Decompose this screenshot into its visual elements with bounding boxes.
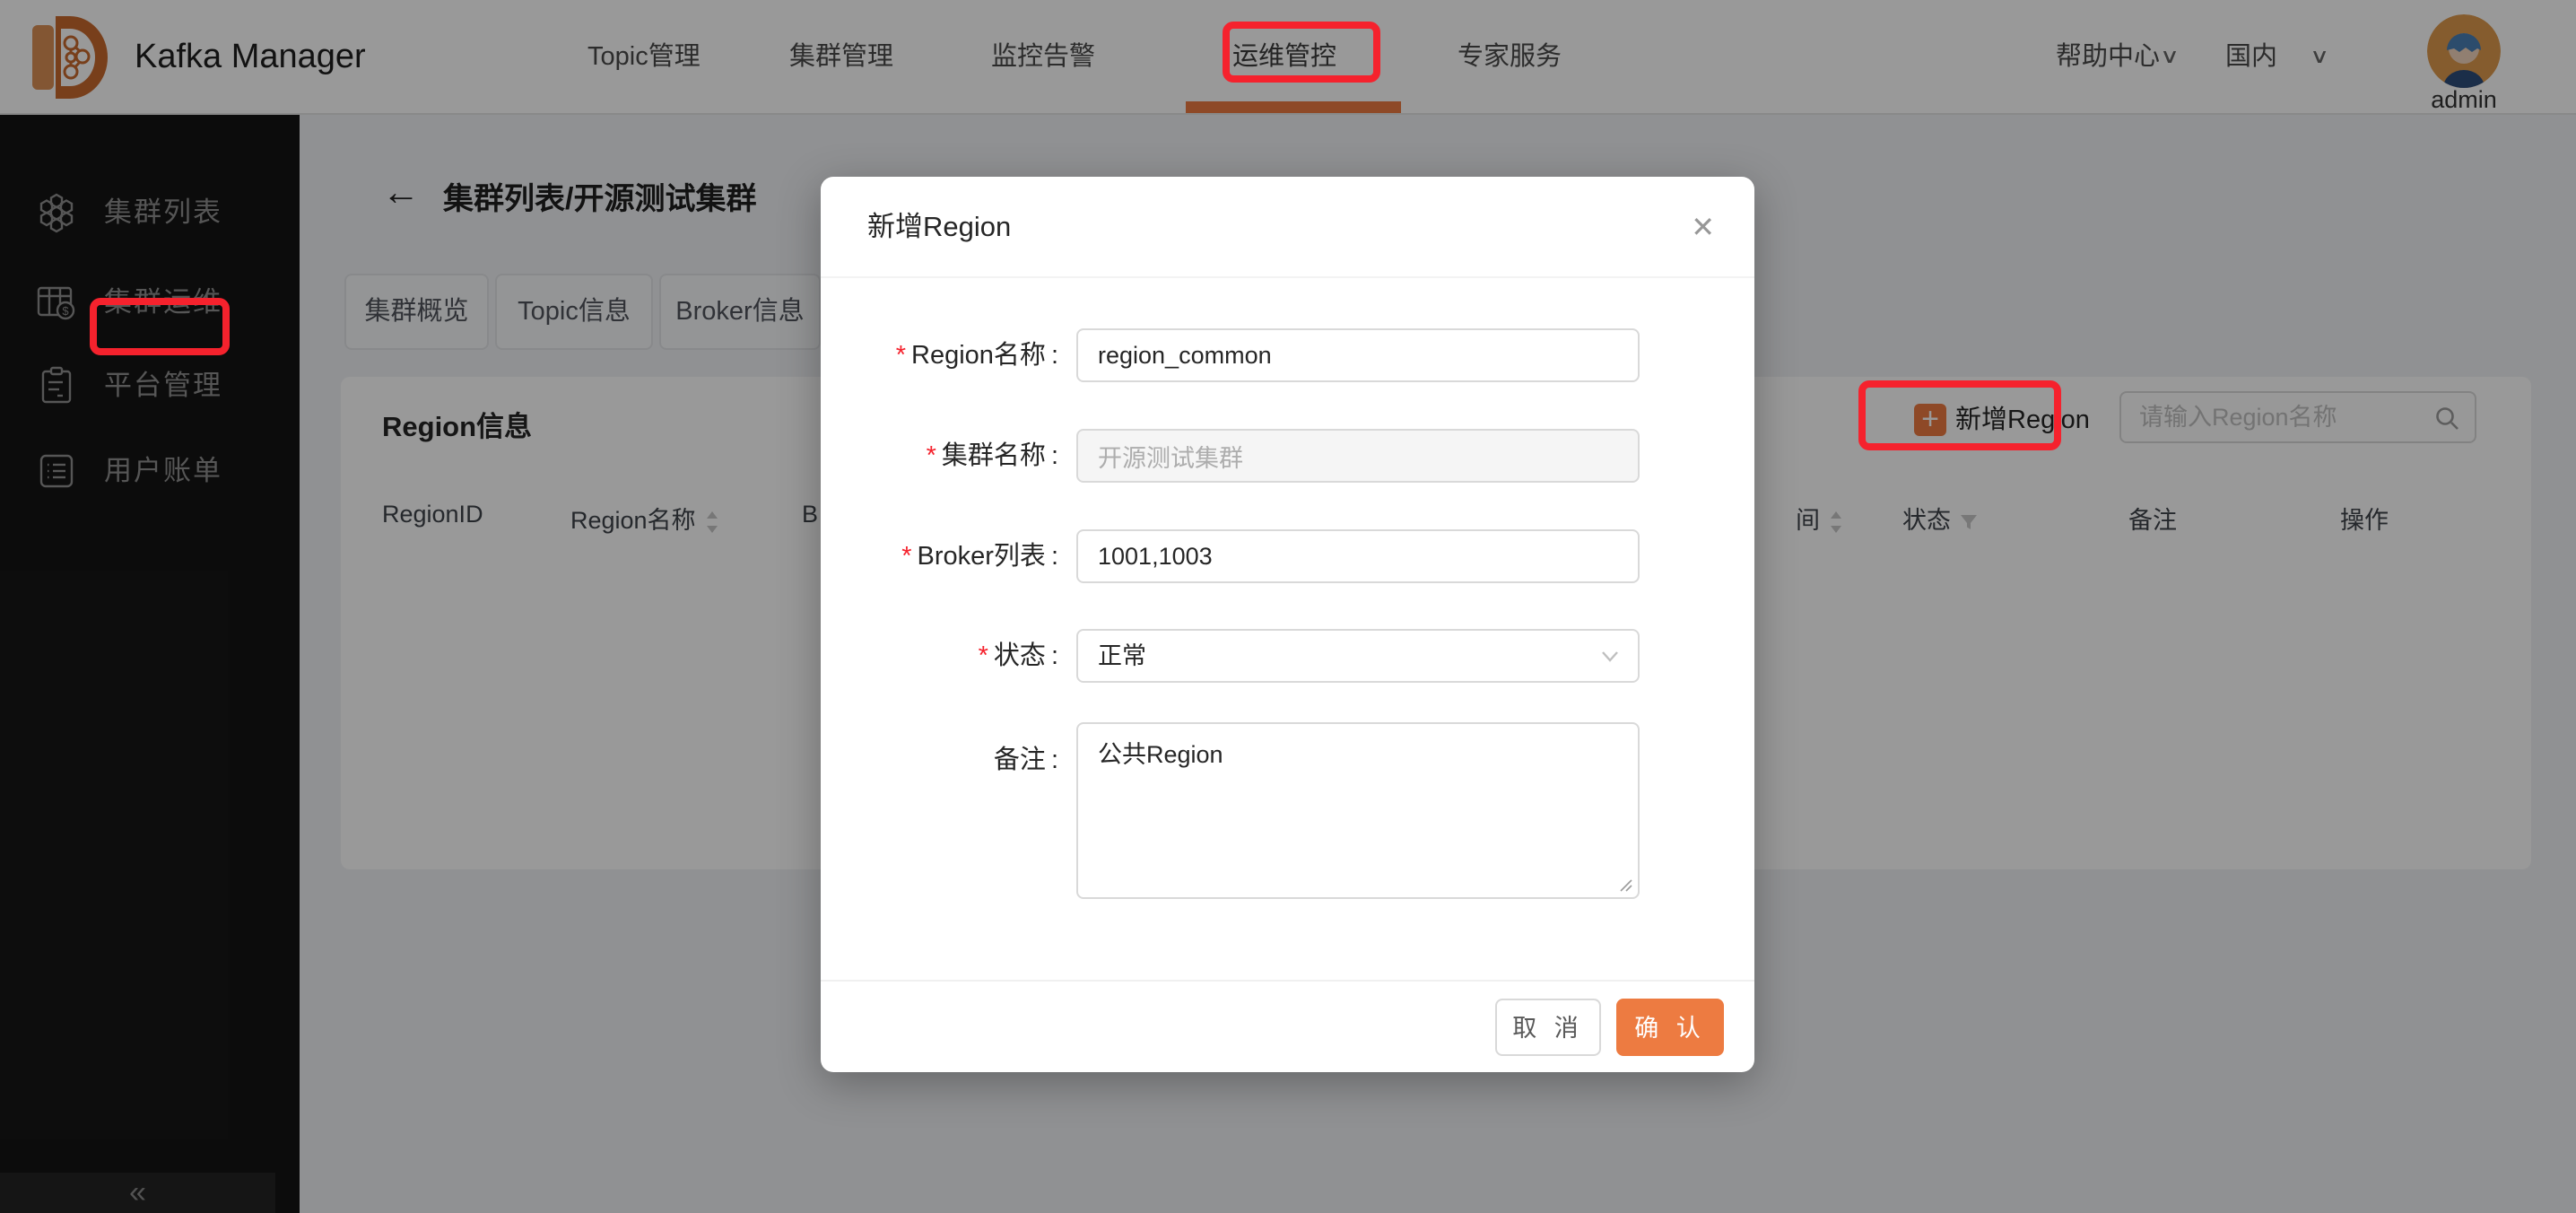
label-colon: :	[1050, 341, 1058, 370]
remark-textarea[interactable]: 公共Region	[1076, 722, 1640, 899]
field-label-text: Region名称	[911, 341, 1046, 370]
field-label-text: 集群名称	[941, 441, 1046, 470]
label-colon: :	[1050, 441, 1058, 470]
form-row-broker-list: * Broker列表:	[821, 529, 1754, 583]
field-label: * 集群名称:	[821, 429, 1058, 483]
broker-list-input[interactable]	[1076, 529, 1640, 583]
label-colon: :	[1050, 746, 1058, 774]
resize-handle-icon[interactable]	[1617, 877, 1633, 893]
add-region-modal: 新增Region ✕ *Region名称: *集群名称: *Broker列表: …	[821, 177, 1754, 1072]
required-asterisk: *	[978, 641, 988, 670]
field-label: * Broker列表:	[821, 529, 1058, 583]
form-row-cluster-name: * 集群名称:	[821, 429, 1754, 483]
close-icon[interactable]: ✕	[1691, 200, 1715, 254]
form-row-remark: 备注: 公共Region	[821, 722, 1754, 899]
modal-header-divider	[821, 276, 1754, 278]
modal-footer-divider	[821, 980, 1754, 982]
cluster-name-input	[1076, 429, 1640, 483]
status-select-value: 正常	[1098, 642, 1146, 669]
modal-title: 新增Region	[867, 211, 1012, 242]
confirm-button[interactable]: 确 认	[1616, 999, 1724, 1056]
label-colon: :	[1050, 542, 1058, 571]
required-asterisk: *	[901, 542, 912, 571]
field-label: * Region名称:	[821, 328, 1058, 382]
form-row-status: * 状态: 正常	[821, 629, 1754, 683]
field-label: * 状态:	[821, 629, 1058, 683]
field-label-text: 备注	[993, 746, 1046, 774]
status-select[interactable]: 正常	[1076, 629, 1640, 683]
field-label-text: 状态	[993, 641, 1046, 670]
field-label-text: Broker列表	[917, 542, 1046, 571]
label-colon: :	[1050, 641, 1058, 670]
cancel-button[interactable]: 取 消	[1495, 999, 1601, 1056]
region-name-input[interactable]	[1076, 328, 1640, 382]
form-row-region-name: * Region名称:	[821, 328, 1754, 382]
field-label: 备注:	[821, 733, 1058, 787]
required-asterisk: *	[926, 441, 936, 470]
required-asterisk: *	[895, 341, 907, 370]
chevron-down-icon	[1602, 651, 1618, 662]
